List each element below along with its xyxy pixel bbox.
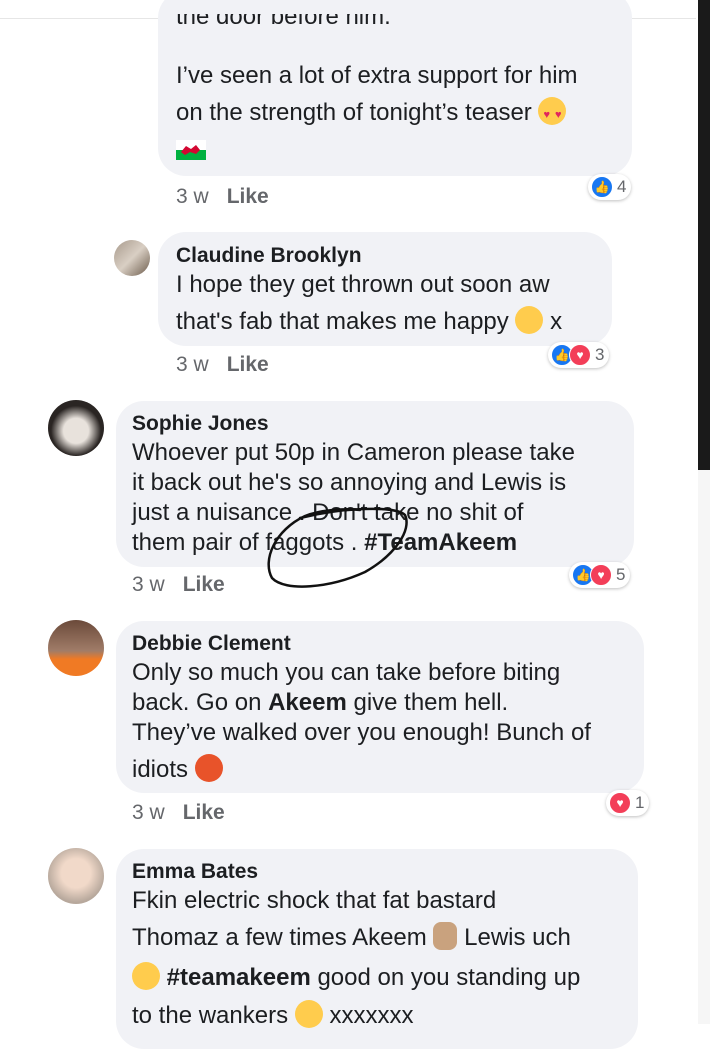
commenter-name[interactable]: Claudine Brooklyn: [176, 244, 362, 268]
avatar-debbie-clement[interactable]: [48, 620, 104, 676]
heart-icon: ♥: [609, 792, 631, 814]
heart-eyes-emoji-icon: [538, 97, 567, 130]
like-button[interactable]: Like: [227, 353, 269, 376]
comment-4-line-4: idiots: [132, 754, 223, 785]
like-button[interactable]: Like: [183, 573, 225, 596]
like-button[interactable]: Like: [183, 801, 225, 824]
comment-5-line-2: Thomaz a few times Akeem Lewis uch: [132, 922, 571, 951]
comment-3-line-1: Whoever put 50p in Cameron please take: [132, 439, 575, 466]
comment-3-meta: 3 w Like: [132, 573, 225, 596]
avatar-sophie-jones[interactable]: [48, 400, 104, 456]
comment-5-line-3: #teamakeem good on you standing up: [132, 962, 580, 993]
commenter-name[interactable]: Debbie Clement: [132, 632, 291, 656]
commenter-name[interactable]: Emma Bates: [132, 860, 258, 884]
comment-4-meta: 3 w Like: [132, 801, 225, 824]
victory-hand-emoji-icon: [433, 922, 458, 950]
comment-4-line-2: back. Go on Akeem give them hell.: [132, 689, 509, 716]
hashtag-link[interactable]: #teamakeem: [167, 964, 311, 991]
comment-4-line-1: Only so much you can take before biting: [132, 659, 561, 686]
smiling-face-emoji-icon: [515, 306, 544, 334]
avatar-emma-bates[interactable]: [48, 848, 104, 904]
comment-4-line-3: They’ve walked over you enough! Bunch of: [132, 719, 591, 746]
reaction-summary-2[interactable]: 👍 ♥ 3: [548, 342, 610, 368]
angry-face-emoji-icon: [194, 754, 223, 782]
thumbs-up-icon: 👍: [591, 176, 613, 198]
comment-2-line-1: I hope they get thrown out soon aw: [176, 271, 550, 298]
commenter-name[interactable]: Sophie Jones: [132, 412, 269, 436]
like-button[interactable]: Like: [227, 185, 269, 208]
comment-1-meta: 3 w Like: [176, 185, 269, 208]
comment-3-line-2: it back out he's so annoying and Lewis i…: [132, 469, 567, 496]
right-edge-strip: [698, 0, 710, 1024]
comment-2-meta: 3 w Like: [176, 353, 269, 376]
comment-2-line-2: that's fab that makes me happy x: [176, 306, 563, 335]
hashtag-link[interactable]: #TeamAkeem: [364, 529, 517, 556]
reaction-summary-4[interactable]: ♥ 1: [606, 790, 650, 816]
comment-1-line-1: I’ve seen a lot of extra support for him: [176, 62, 578, 89]
comment-3-line-3: just a nuisance . Don't take no shit of: [132, 499, 524, 526]
heart-icon: ♥: [590, 564, 612, 586]
smirking-face-emoji-icon: [132, 962, 160, 990]
avatar-claudine-brooklyn[interactable]: [114, 240, 150, 276]
comment-1-line-2: on the strength of tonight’s teaser: [176, 97, 567, 130]
wales-flag-icon: [176, 140, 206, 160]
reaction-summary-1[interactable]: 👍 4: [588, 174, 632, 200]
comment-3-line-4: them pair of faggots . #TeamAkeem: [132, 529, 518, 556]
reaction-summary-3[interactable]: 👍 ♥ 5: [569, 562, 631, 588]
comment-5-line-4: to the wankers xxxxxxx: [132, 1000, 414, 1029]
comment-5-line-1: Fkin electric shock that fat bastard: [132, 887, 497, 914]
heart-icon: ♥: [569, 344, 591, 366]
